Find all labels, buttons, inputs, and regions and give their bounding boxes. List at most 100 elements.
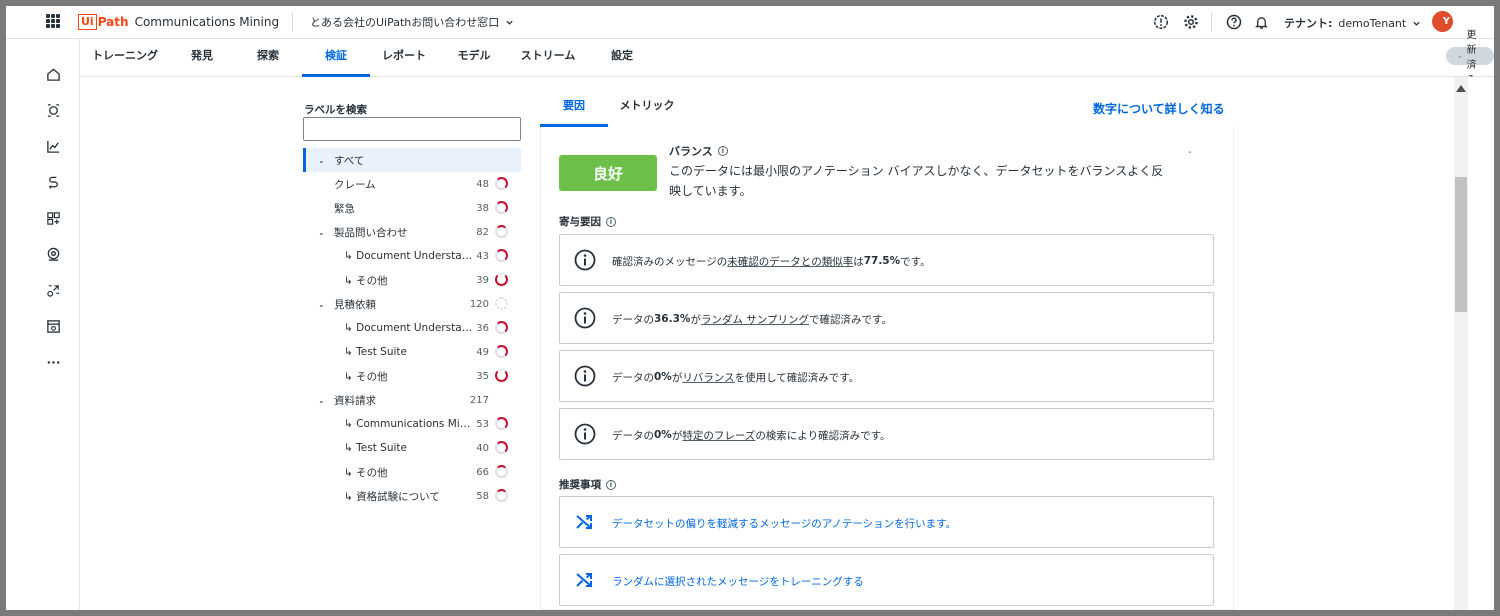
- info-icon[interactable]: i: [717, 146, 728, 156]
- factor-text-pre: 確認済みのメッセージの: [612, 255, 728, 268]
- tree-label: ↳ その他: [344, 274, 388, 287]
- tree-row[interactable]: ↳ Document Understan... 36: [303, 316, 521, 340]
- label-search-input[interactable]: [303, 117, 521, 141]
- library-icon[interactable]: [44, 317, 62, 335]
- scrollbar-thumb[interactable]: [1455, 177, 1467, 312]
- factor-text: データの 36.3% がランダム サンプリング で確認済みです。: [612, 293, 892, 345]
- sources-icon[interactable]: [44, 245, 62, 263]
- tree-row[interactable]: ⌄ 見積依頼 120: [303, 292, 521, 316]
- divider: [1211, 12, 1212, 32]
- datasets-icon[interactable]: [44, 101, 62, 119]
- home-icon[interactable]: [44, 65, 62, 83]
- balance-title-text: バランス: [669, 145, 713, 158]
- tree-row[interactable]: ↳ Document Understan... 43: [303, 244, 521, 268]
- balance-dash: -: [1188, 147, 1192, 158]
- tree-label: すべて: [334, 154, 365, 167]
- factor-link[interactable]: 未確認のデータとの類似率: [727, 254, 853, 269]
- tree-label: 見積依頼: [334, 298, 376, 311]
- tab-reports[interactable]: レポート: [380, 39, 428, 77]
- tree-row[interactable]: ↳ Test Suite 40: [303, 436, 521, 460]
- tab-metrics[interactable]: メトリック: [612, 91, 682, 127]
- factor-value: 0%: [654, 371, 672, 383]
- factor-link[interactable]: ランダム サンプリング: [701, 312, 809, 327]
- app-launcher-icon[interactable]: [46, 14, 60, 28]
- recommendation-card[interactable]: ランダムに選択されたメッセージをトレーニングする: [559, 554, 1214, 606]
- tree-row-all[interactable]: ⌄ すべて: [303, 148, 521, 172]
- chevron-down-icon[interactable]: ⌄: [318, 156, 325, 165]
- factor-text: データの 0% がリバランス を使用して確認済みです。: [612, 351, 859, 403]
- scrollbar[interactable]: [1454, 77, 1468, 610]
- tree-row[interactable]: ↳ Communications Mini... 53: [303, 412, 521, 436]
- tree-row[interactable]: ⌄ 資料請求 217: [303, 388, 521, 412]
- tree-count: 82: [476, 226, 489, 238]
- recommendations-section-title: 推奨事項 i: [559, 477, 616, 492]
- tree-row[interactable]: ↳ その他 39: [303, 268, 521, 292]
- more-icon[interactable]: [44, 353, 62, 371]
- factor-text-pre: データの: [612, 429, 654, 442]
- tab-validation[interactable]: 検証: [302, 39, 370, 77]
- app-window: Ui Path Communications Mining とある会社のUiPa…: [6, 6, 1494, 610]
- recommendation-card[interactable]: データセットの偏りを軽減するメッセージのアノテーションを行います。: [559, 496, 1214, 548]
- tree-label: ↳ Document Understan...: [344, 250, 474, 262]
- chevron-down-icon[interactable]: ⌄: [318, 300, 325, 309]
- rating-badge: 良好: [559, 155, 657, 191]
- factor-value: 0%: [654, 429, 672, 441]
- tree-count: 49: [476, 346, 489, 358]
- tree-row[interactable]: ↳ 資格試験について 58: [303, 484, 521, 508]
- factor-link[interactable]: 特定のフレーズ: [682, 428, 755, 443]
- precision-ring-icon: [495, 297, 508, 310]
- chevron-down-icon[interactable]: ⌄: [318, 396, 325, 405]
- project-name: とある会社のUiPathお問い合わせ窓口: [310, 16, 500, 29]
- tree-row[interactable]: 緊急 38: [303, 196, 521, 220]
- chevron-down-icon: [1413, 21, 1420, 26]
- product-logo[interactable]: Ui Path Communications Mining: [78, 12, 279, 32]
- tab-discover[interactable]: 発見: [182, 39, 222, 77]
- info-icon[interactable]: i: [606, 216, 616, 227]
- integrations-icon[interactable]: [44, 281, 62, 299]
- tab-factors[interactable]: 要因: [540, 91, 608, 127]
- info-icon[interactable]: i: [606, 479, 616, 490]
- scroll-up-icon[interactable]: [1456, 85, 1466, 92]
- help-icon[interactable]: [1225, 13, 1243, 31]
- tree-label: ↳ Test Suite: [344, 346, 407, 358]
- chevron-down-icon[interactable]: ⌄: [318, 228, 325, 237]
- streams-icon[interactable]: [44, 173, 62, 191]
- tenant-label: テナント:: [1284, 17, 1333, 30]
- tree-row[interactable]: ↳ その他 66: [303, 460, 521, 484]
- factor-link[interactable]: リバランス: [682, 370, 734, 385]
- tree-row[interactable]: ↳ Test Suite 49: [303, 340, 521, 364]
- gear-icon[interactable]: [1182, 13, 1200, 31]
- tree-label: ↳ Communications Mini...: [344, 418, 474, 430]
- alert-icon[interactable]: [1152, 13, 1170, 31]
- tab-models[interactable]: モデル: [454, 39, 494, 77]
- factor-text-post: の検索により確認済みです。: [755, 429, 891, 442]
- factor-text-mid: が: [690, 313, 701, 326]
- tree-row[interactable]: クレーム 48: [303, 172, 521, 196]
- shuffle-icon: [576, 515, 592, 529]
- precision-ring-icon: [495, 369, 508, 382]
- tree-label: ↳ その他: [344, 466, 388, 479]
- chart-icon[interactable]: [44, 137, 62, 155]
- tree-row[interactable]: ⌄ 製品問い合わせ 82: [303, 220, 521, 244]
- tab-settings[interactable]: 設定: [604, 39, 640, 77]
- factor-text-post: です。: [900, 255, 931, 268]
- tree-label: 製品問い合わせ: [334, 226, 408, 239]
- left-rail: [6, 39, 80, 610]
- tab-training[interactable]: トレーニング: [92, 39, 158, 77]
- info-circle-icon: [574, 365, 596, 387]
- tab-streams[interactable]: ストリーム: [518, 39, 578, 77]
- factor-text-mid: は: [853, 255, 864, 268]
- tab-explore[interactable]: 探索: [248, 39, 288, 77]
- precision-ring-icon: [495, 225, 508, 238]
- updated-badge[interactable]: 更新済み: [1446, 30, 1494, 86]
- precision-ring-icon: [495, 489, 508, 502]
- apps-add-icon[interactable]: [44, 209, 62, 227]
- bell-icon[interactable]: [1252, 13, 1270, 31]
- project-selector[interactable]: とある会社のUiPathお問い合わせ窓口: [310, 14, 514, 30]
- learn-more-link[interactable]: 数字について詳しく知る: [1093, 100, 1225, 117]
- avatar[interactable]: Y: [1432, 11, 1453, 32]
- check-icon: [1458, 54, 1462, 58]
- tree-row[interactable]: ↳ その他 35: [303, 364, 521, 388]
- tree-label: 資料請求: [334, 394, 376, 407]
- tenant-selector[interactable]: テナント: demoTenant: [1284, 15, 1421, 31]
